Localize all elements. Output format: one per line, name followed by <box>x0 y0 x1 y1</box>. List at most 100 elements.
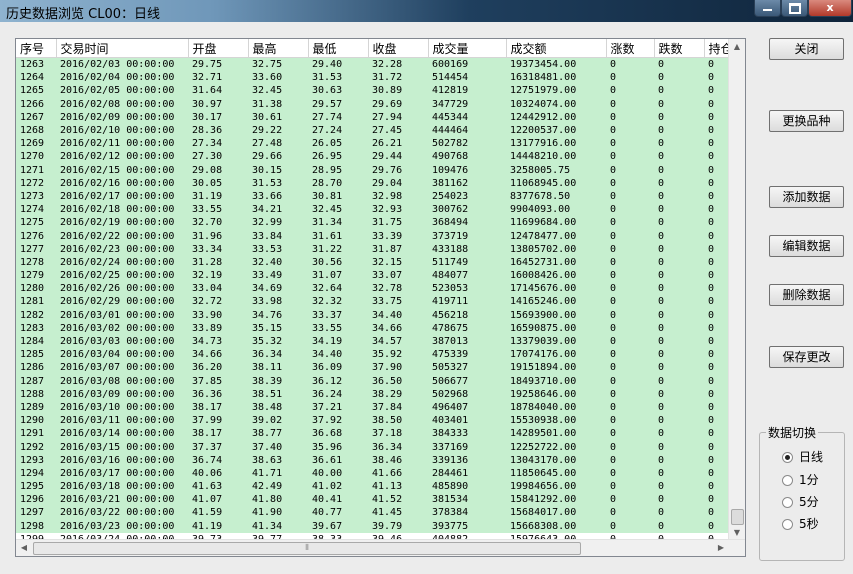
cell-time[interactable]: 2016/03/10 00:00:00 <box>56 400 188 415</box>
cell-open[interactable]: 31.96 <box>188 229 248 243</box>
table-row[interactable]: 1297 2016/03/22 00:00:00 41.59 41.90 40.77 41… <box>16 506 744 520</box>
cell-high[interactable]: 34.21 <box>248 203 308 217</box>
cell-time[interactable]: 2016/02/17 00:00:00 <box>56 189 188 204</box>
cell-down[interactable]: 0 <box>654 137 704 151</box>
cell-volume[interactable]: 368494 <box>428 216 506 230</box>
cell-close[interactable]: 31.75 <box>368 216 428 230</box>
cell-amount[interactable]: 11850645.00 <box>506 466 606 480</box>
cell-open[interactable]: 36.36 <box>188 387 248 401</box>
cell-high[interactable]: 30.15 <box>248 163 308 177</box>
cell-index[interactable]: 1293 <box>16 453 56 467</box>
cell-up[interactable]: 0 <box>606 414 654 428</box>
cell-time[interactable]: 2016/02/05 00:00:00 <box>56 84 188 98</box>
cell-time[interactable]: 2016/02/26 00:00:00 <box>56 282 188 296</box>
cell-high[interactable]: 38.51 <box>248 387 308 401</box>
cell-close[interactable]: 38.50 <box>368 414 428 428</box>
cell-close[interactable]: 33.07 <box>368 269 428 283</box>
cell-high[interactable]: 41.80 <box>248 493 308 507</box>
cell-index[interactable]: 1284 <box>16 334 56 349</box>
cell-down[interactable]: 0 <box>654 71 704 85</box>
cell-index[interactable]: 1265 <box>16 84 56 98</box>
table-row[interactable]: 1295 2016/03/18 00:00:00 41.63 42.49 41.02 41… <box>16 480 744 494</box>
cell-index[interactable]: 1297 <box>16 506 56 520</box>
cell-down[interactable]: 0 <box>654 361 704 375</box>
cell-close[interactable]: 26.21 <box>368 137 428 151</box>
column-header[interactable]: 涨数 <box>606 39 655 58</box>
cell-index[interactable]: 1286 <box>16 361 56 375</box>
cell-index[interactable]: 1271 <box>16 163 56 177</box>
cell-high[interactable]: 33.98 <box>248 295 308 309</box>
edit-data-button[interactable]: 编辑数据 <box>769 235 844 257</box>
column-header[interactable]: 最高 <box>248 39 309 58</box>
cell-low[interactable]: 37.21 <box>308 400 368 415</box>
cell-volume[interactable]: 378384 <box>428 506 506 520</box>
cell-up[interactable]: 0 <box>606 71 654 85</box>
cell-amount[interactable]: 14448210.00 <box>506 150 606 164</box>
cell-time[interactable]: 2016/03/03 00:00:00 <box>56 334 188 349</box>
cell-up[interactable]: 0 <box>606 374 654 388</box>
table-row[interactable]: 1290 2016/03/11 00:00:00 37.99 39.02 37.92 38… <box>16 414 744 428</box>
cell-open[interactable]: 41.59 <box>188 506 248 520</box>
cell-index[interactable]: 1291 <box>16 427 56 441</box>
cell-volume[interactable]: 339136 <box>428 453 506 467</box>
cell-time[interactable]: 2016/03/16 00:00:00 <box>56 453 188 467</box>
cell-down[interactable]: 0 <box>654 308 704 322</box>
cell-open[interactable]: 41.19 <box>188 519 248 533</box>
cell-volume[interactable]: 419711 <box>428 295 506 309</box>
table-row[interactable]: 1286 2016/03/07 00:00:00 36.20 38.11 36.09 37… <box>16 361 744 375</box>
cell-down[interactable]: 0 <box>654 440 704 454</box>
cell-up[interactable]: 0 <box>606 295 654 309</box>
table-row[interactable]: 1279 2016/02/25 00:00:00 32.19 33.49 31.07 33… <box>16 269 744 283</box>
maximize-button[interactable] <box>781 0 808 17</box>
cell-amount[interactable]: 16008426.00 <box>506 269 606 283</box>
cell-open[interactable]: 27.30 <box>188 150 248 164</box>
cell-low[interactable]: 26.95 <box>308 150 368 164</box>
cell-low[interactable]: 36.61 <box>308 453 368 467</box>
cell-close[interactable]: 38.29 <box>368 387 428 401</box>
cell-time[interactable]: 2016/02/08 00:00:00 <box>56 97 188 111</box>
cell-down[interactable]: 0 <box>654 203 704 217</box>
table-row[interactable]: 1273 2016/02/17 00:00:00 31.19 33.66 30.81 32… <box>16 189 744 204</box>
table-row[interactable]: 1289 2016/03/10 00:00:00 38.17 38.48 37.21 37… <box>16 400 744 415</box>
cell-high[interactable]: 39.02 <box>248 414 308 428</box>
cell-up[interactable]: 0 <box>606 321 654 335</box>
table-row[interactable]: 1282 2016/03/01 00:00:00 33.90 34.76 33.37 34… <box>16 308 744 322</box>
cell-up[interactable]: 0 <box>606 216 654 230</box>
cell-index[interactable]: 1268 <box>16 123 56 138</box>
cell-index[interactable]: 1290 <box>16 414 56 428</box>
table-row[interactable]: 1271 2016/02/15 00:00:00 29.08 30.15 28.95 29… <box>16 163 744 177</box>
cell-index[interactable]: 1289 <box>16 400 56 415</box>
cell-index[interactable]: 1294 <box>16 466 56 480</box>
cell-open[interactable]: 33.55 <box>188 203 248 217</box>
cell-down[interactable]: 0 <box>654 229 704 243</box>
radio-1min[interactable]: 1分 <box>782 472 819 488</box>
save-changes-button[interactable]: 保存更改 <box>769 346 844 368</box>
cell-high[interactable]: 32.45 <box>248 84 308 98</box>
history-data-grid[interactable]: 序号 交易时间 开盘 最高 最低 收盘 成交量 成交额 涨数 跌数 持仓 1263 2016/02/0… <box>15 38 746 557</box>
cell-time[interactable]: 2016/03/18 00:00:00 <box>56 480 188 494</box>
cell-amount[interactable]: 13177916.00 <box>506 137 606 151</box>
cell-volume[interactable]: 403401 <box>428 414 506 428</box>
cell-low[interactable]: 30.63 <box>308 84 368 98</box>
cell-index[interactable]: 1280 <box>16 282 56 296</box>
cell-open[interactable]: 40.06 <box>188 466 248 480</box>
close-button[interactable]: 关闭 <box>769 38 844 60</box>
table-row[interactable]: 1267 2016/02/09 00:00:00 30.17 30.61 27.74 27… <box>16 110 744 124</box>
cell-amount[interactable]: 11068945.00 <box>506 176 606 190</box>
cell-high[interactable]: 33.60 <box>248 71 308 85</box>
cell-open[interactable]: 31.64 <box>188 84 248 98</box>
cell-close[interactable]: 29.04 <box>368 176 428 190</box>
cell-index[interactable]: 1270 <box>16 150 56 164</box>
cell-amount[interactable]: 13043170.00 <box>506 453 606 467</box>
cell-low[interactable]: 31.07 <box>308 269 368 283</box>
table-row[interactable]: 1269 2016/02/11 00:00:00 27.34 27.48 26.05 26… <box>16 137 744 151</box>
cell-close[interactable]: 41.66 <box>368 466 428 480</box>
cell-high[interactable]: 41.71 <box>248 466 308 480</box>
column-header[interactable]: 成交量 <box>428 39 507 58</box>
cell-volume[interactable]: 490768 <box>428 150 506 164</box>
cell-time[interactable]: 2016/02/09 00:00:00 <box>56 110 188 124</box>
cell-up[interactable]: 0 <box>606 453 654 467</box>
cell-index[interactable]: 1277 <box>16 242 56 256</box>
cell-time[interactable]: 2016/02/16 00:00:00 <box>56 176 188 190</box>
cell-low[interactable]: 34.19 <box>308 334 368 349</box>
